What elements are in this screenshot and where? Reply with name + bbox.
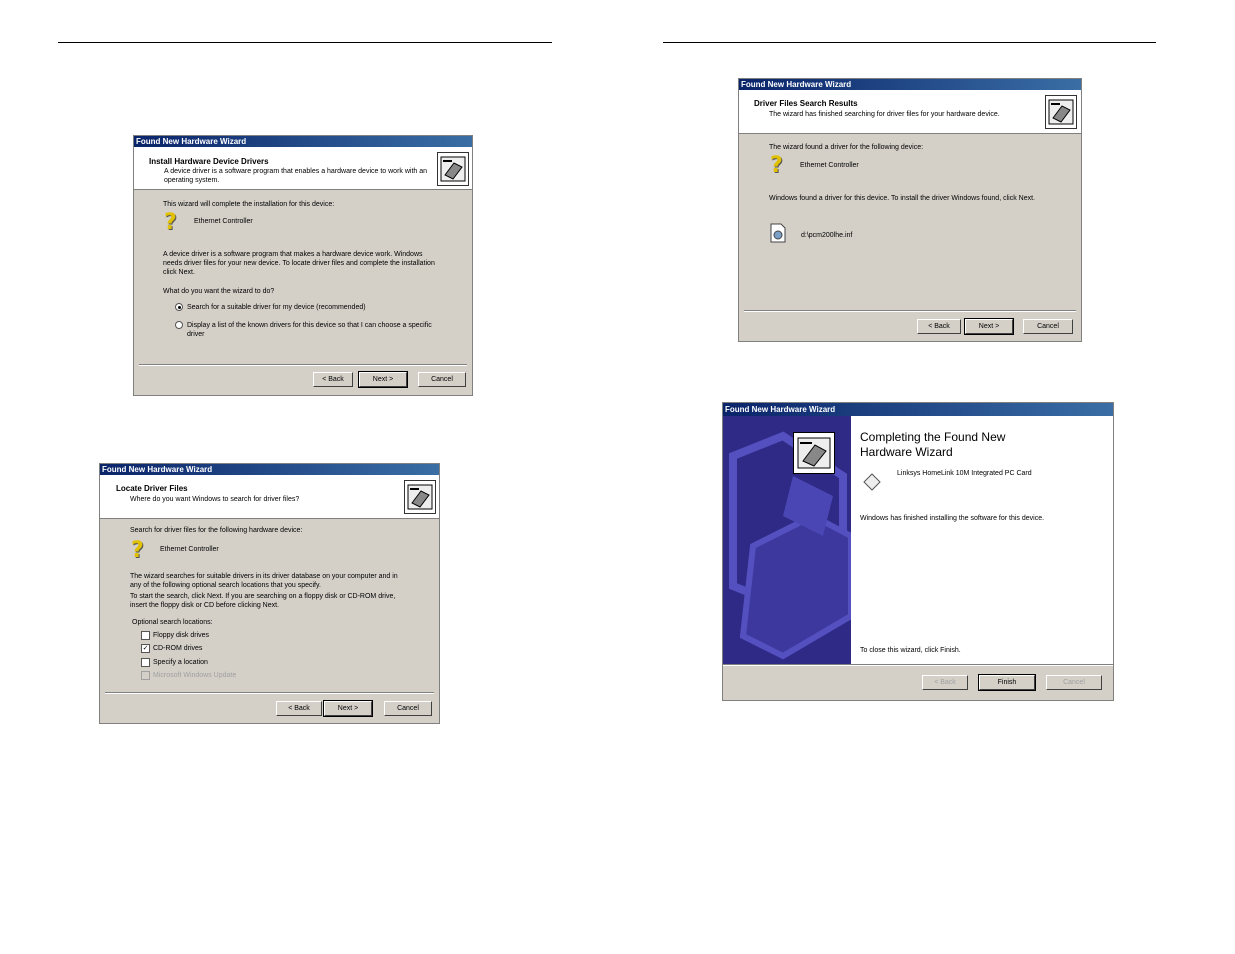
windows-update-checkbox xyxy=(141,671,150,680)
device-diamond-icon xyxy=(863,473,881,491)
header-title: Driver Files Search Results xyxy=(754,99,858,108)
finish-button[interactable]: Finish xyxy=(978,674,1036,691)
question-text: What do you want the wizard to do? xyxy=(163,288,275,295)
locate-driver-files-wizard: Found New Hardware Wizard Locate Driver … xyxy=(99,463,440,724)
header-subtitle: Where do you want Windows to search for … xyxy=(130,496,300,503)
back-button[interactable]: < Back xyxy=(276,701,322,716)
question-device-icon: ? xyxy=(770,153,783,178)
cancel-button[interactable]: Cancel xyxy=(384,701,432,716)
intro-text: This wizard will complete the installati… xyxy=(163,201,335,208)
windows-update-label: Microsoft Windows Update xyxy=(153,672,237,679)
display-list-option-label[interactable]: Display a list of the known drivers for … xyxy=(187,321,449,339)
cancel-button[interactable]: Cancel xyxy=(418,372,466,387)
separator xyxy=(723,664,1113,666)
instruction-text: To start the search, click Next. If you … xyxy=(130,593,396,609)
specify-location-checkbox[interactable] xyxy=(141,658,150,667)
intro-text: Search for driver files for the followin… xyxy=(130,527,303,534)
cancel-button[interactable]: Cancel xyxy=(1046,675,1102,690)
left-page-rule xyxy=(58,42,552,43)
wizard-side-banner xyxy=(723,416,851,664)
device-name: Ethernet Controller xyxy=(160,546,219,553)
header-title: Locate Driver Files xyxy=(116,484,188,493)
device-name: Ethernet Controller xyxy=(800,162,859,169)
question-device-icon: ? xyxy=(131,538,144,563)
cdrom-checkbox[interactable]: ✓ xyxy=(141,644,150,653)
wizard-banner-icon xyxy=(793,432,835,474)
cdrom-label[interactable]: CD-ROM drives xyxy=(153,644,202,653)
inf-file-icon xyxy=(769,223,787,243)
driver-search-results-wizard: Found New Hardware Wizard Driver Files S… xyxy=(738,78,1082,342)
window-title: Found New Hardware Wizard xyxy=(723,403,1113,416)
window-title: Found New Hardware Wizard xyxy=(739,79,1081,90)
header-subtitle: The wizard has finished searching for dr… xyxy=(769,111,1000,118)
next-button[interactable]: Next > xyxy=(964,318,1014,335)
right-page-rule xyxy=(663,42,1156,43)
separator xyxy=(744,310,1076,312)
question-device-icon: ? xyxy=(164,210,177,235)
search-option-label[interactable]: Search for a suitable driver for my devi… xyxy=(187,303,366,312)
back-button[interactable]: < Back xyxy=(313,372,353,387)
wizard-header: Locate Driver Files Where do you want Wi… xyxy=(100,475,439,519)
found-driver-text: Windows found a driver for this device. … xyxy=(769,195,1035,202)
floppy-label[interactable]: Floppy disk drives xyxy=(153,631,209,640)
header-subtitle: A device driver is a software program th… xyxy=(164,168,428,184)
optional-locations-label: Optional search locations: xyxy=(132,619,213,626)
back-button[interactable]: < Back xyxy=(917,319,961,334)
search-radio[interactable] xyxy=(175,303,183,311)
specify-location-label[interactable]: Specify a location xyxy=(153,658,208,667)
window-title: Found New Hardware Wizard xyxy=(134,136,472,147)
next-button[interactable]: Next > xyxy=(358,371,408,388)
completion-heading: Completing the Found New Hardware Wizard xyxy=(860,430,1006,459)
intro-text: The wizard found a driver for the follow… xyxy=(769,144,924,151)
floppy-checkbox[interactable] xyxy=(141,631,150,640)
separator xyxy=(105,692,434,694)
separator xyxy=(139,364,467,366)
inf-file-path: d:\pcm200lhe.inf xyxy=(801,232,853,239)
description-text: The wizard searches for suitable drivers… xyxy=(130,573,398,589)
close-instruction: To close this wizard, click Finish. xyxy=(860,647,961,654)
hardware-icon xyxy=(437,152,469,186)
back-button[interactable]: < Back xyxy=(922,675,968,690)
completing-wizard: Found New Hardware Wizard Completing the… xyxy=(722,402,1114,701)
device-name: Ethernet Controller xyxy=(194,218,253,225)
display-list-radio[interactable] xyxy=(175,321,183,329)
hardware-icon xyxy=(404,480,436,514)
window-title: Found New Hardware Wizard xyxy=(100,464,439,475)
finished-text: Windows has finished installing the soft… xyxy=(860,515,1045,522)
device-name: Linksys HomeLink 10M Integrated PC Card xyxy=(897,470,1032,477)
wizard-header: Driver Files Search Results The wizard h… xyxy=(739,90,1081,134)
wizard-header: Install Hardware Device Drivers A device… xyxy=(134,147,472,190)
header-title: Install Hardware Device Drivers xyxy=(149,157,269,166)
install-drivers-wizard: Found New Hardware Wizard Install Hardwa… xyxy=(133,135,473,396)
cancel-button[interactable]: Cancel xyxy=(1023,319,1073,334)
description-text: A device driver is a software program th… xyxy=(163,251,435,276)
next-button[interactable]: Next > xyxy=(323,700,373,717)
hardware-icon xyxy=(1045,95,1077,129)
